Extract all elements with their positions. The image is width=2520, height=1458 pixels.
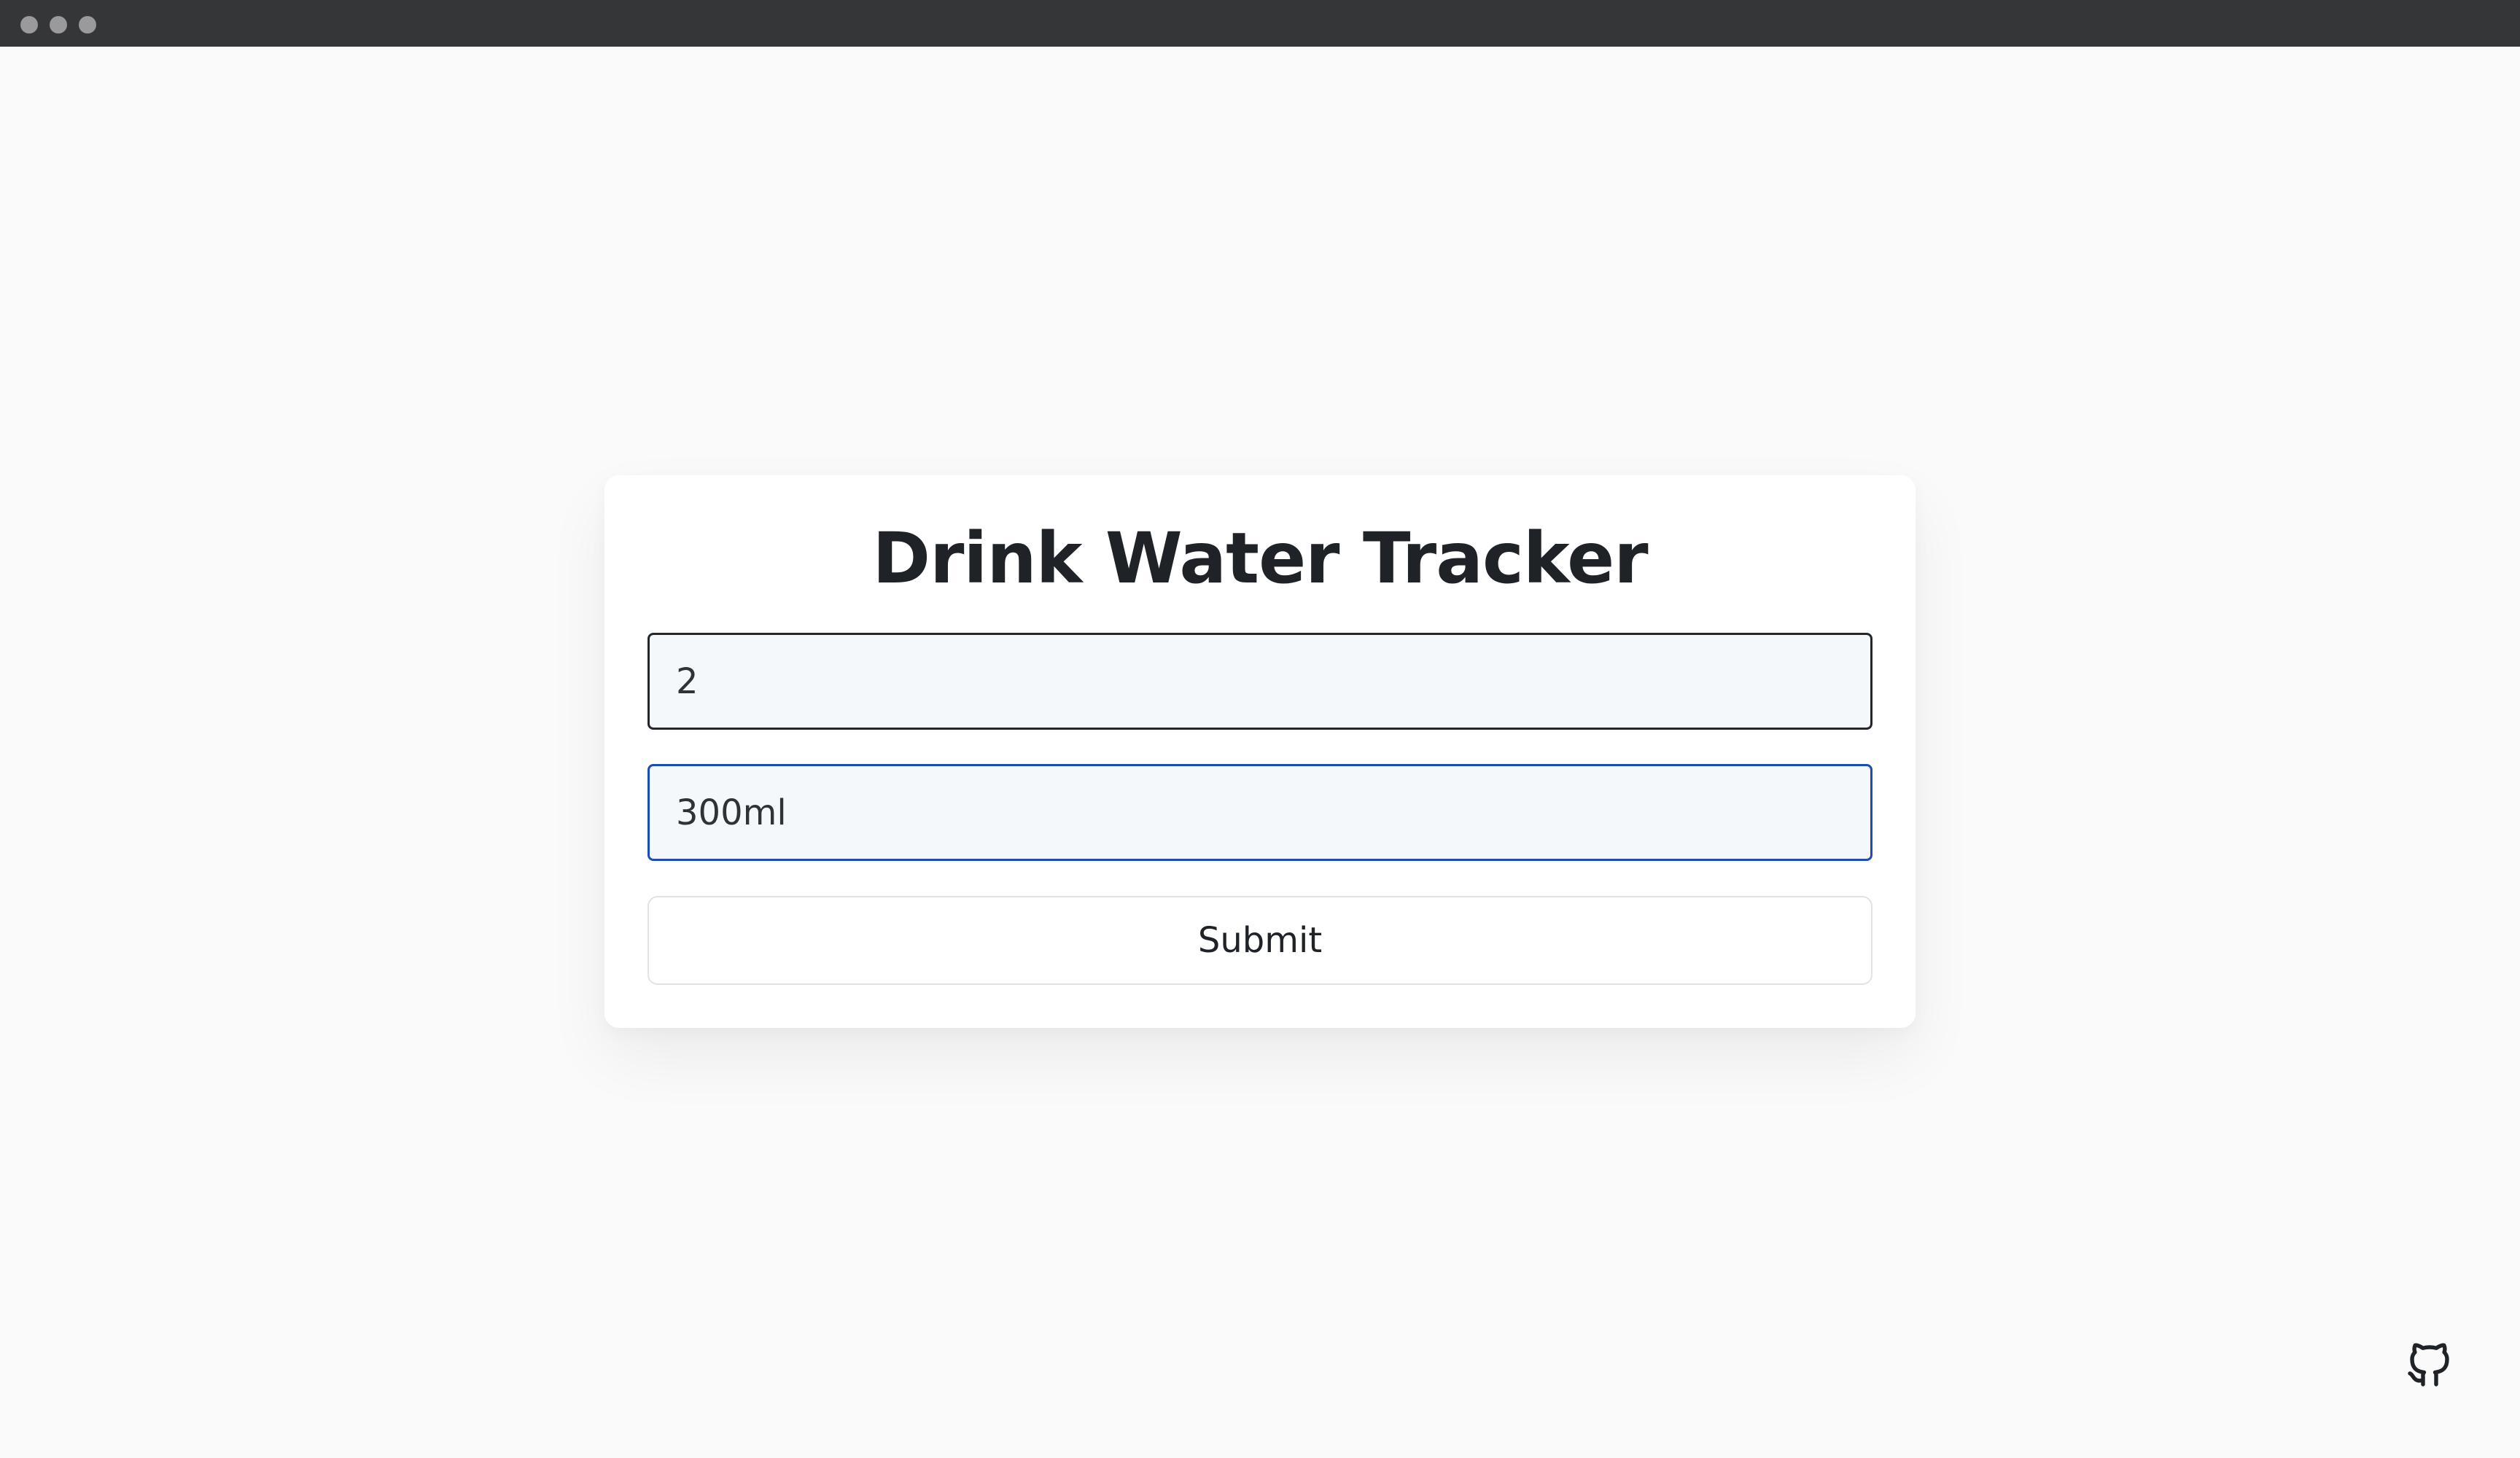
window-maximize-dot-icon[interactable] [79, 16, 96, 34]
github-icon[interactable] [2403, 1338, 2456, 1391]
glass-size-input[interactable] [648, 764, 1872, 861]
window-minimize-dot-icon[interactable] [50, 16, 67, 34]
window-close-dot-icon[interactable] [20, 16, 38, 34]
tracker-card: Drink Water Tracker Submit [604, 475, 1916, 1028]
page-title: Drink Water Tracker [872, 518, 1648, 599]
window-titlebar [0, 0, 2520, 47]
glass-count-input[interactable] [648, 633, 1872, 730]
submit-button[interactable]: Submit [648, 896, 1872, 985]
